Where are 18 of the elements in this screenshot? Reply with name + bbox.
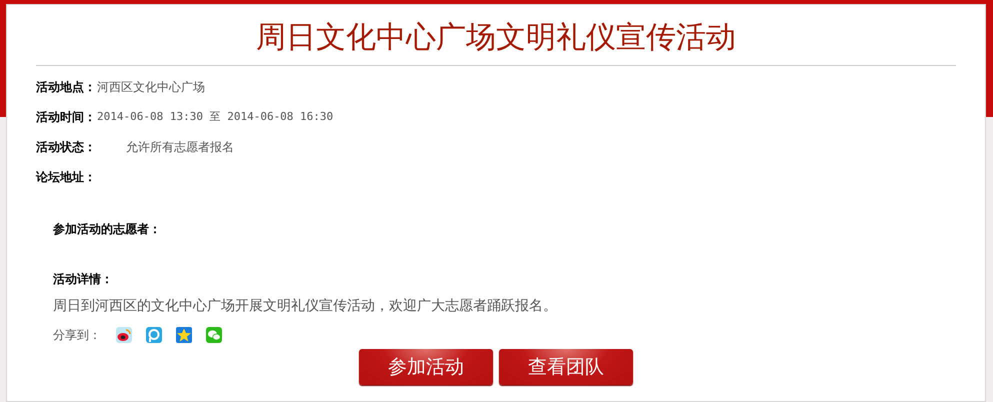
swirl-icon[interactable] (116, 327, 132, 343)
detail-text: 周日到河西区的文化中心广场开展文明礼仪宣传活动，欢迎广大志愿者踊跃报名。 (53, 297, 558, 316)
star-icon[interactable] (176, 327, 192, 343)
chat-bubbles-icon[interactable] (206, 327, 222, 343)
field-value: 2014-06-08 13:30 至 2014-06-08 16:30 (97, 108, 334, 125)
action-button[interactable]: 查看团队 (499, 349, 633, 385)
action-button[interactable]: 参加活动 (359, 349, 493, 385)
ring-icon[interactable] (146, 327, 162, 343)
section-label: 活动详情： (53, 271, 114, 286)
section-label: 参加活动的志愿者： (53, 221, 162, 236)
field-label: 活动地点： (36, 79, 96, 96)
share-label: 分享到： (53, 327, 101, 344)
page-title: 周日文化中心广场文明礼仪宣传活动 (256, 19, 736, 57)
field-label: 活动时间： (36, 109, 96, 126)
field-value: 河西区文化中心广场 (97, 79, 205, 96)
field-value: 允许所有志愿者报名 (126, 139, 234, 156)
field-label: 论坛地址： (36, 169, 96, 186)
field-label: 活动状态： (36, 139, 96, 156)
